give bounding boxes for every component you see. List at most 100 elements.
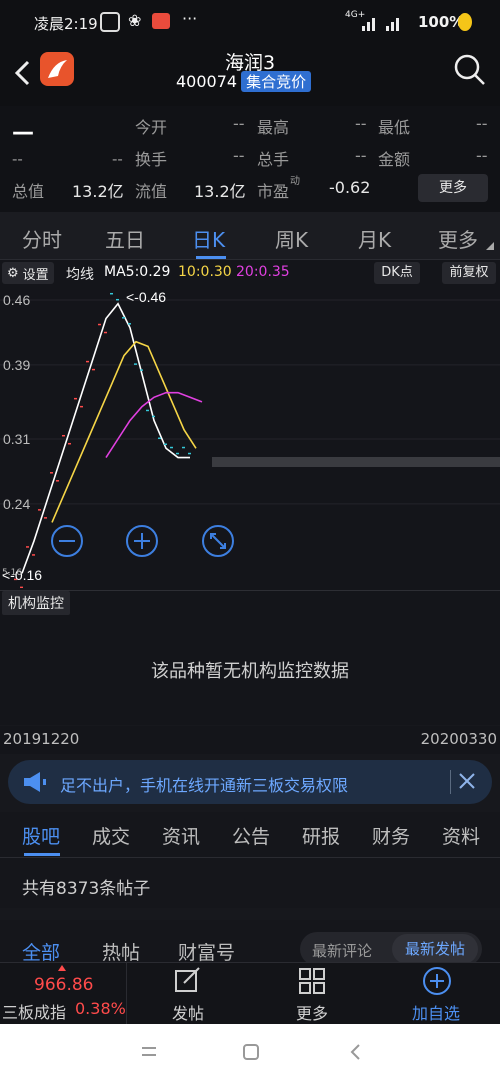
tab-announcements[interactable]: 公告 <box>232 822 270 849</box>
promo-banner[interactable]: 足不出户，手机在线开通新三板交易权限 <box>8 760 492 804</box>
date-axis: 20191220 20200330 <box>0 726 500 754</box>
settings-label: 设置 <box>22 267 49 283</box>
current-price: — <box>12 120 34 145</box>
y-tick-label: 0.31 <box>3 431 30 447</box>
low-value: -- <box>476 114 488 133</box>
period-tabs: 分时 五日 日K 周K 月K 更多 <box>0 212 500 260</box>
tab-research[interactable]: 研报 <box>302 822 340 849</box>
volume-value: -- <box>355 146 367 165</box>
tab-monthly-k[interactable]: 月K <box>358 224 391 253</box>
institution-panel: 机构监控 该品种暂无机构监控数据 <box>0 590 500 725</box>
stock-code-row: 400074 集合竞价 <box>176 71 312 92</box>
tab-weekly-k[interactable]: 周K <box>275 224 308 253</box>
high-value: -- <box>355 114 367 133</box>
status-bar: 凌晨2:19 ❀ ··· 4G+ 100% <box>0 0 500 46</box>
high-label: 最高 <box>257 118 290 137</box>
bottom-divider <box>126 963 127 1025</box>
phase-badge: 集合竞价 <box>241 71 312 92</box>
kline-chart-area: ⚙ 设置 均线 MA5:0.29 10:0.30 20:0.35 DK点 前复权… <box>0 260 500 590</box>
institution-tag[interactable]: 机构监控 <box>2 591 70 615</box>
filter-all[interactable]: 全部 <box>22 938 60 965</box>
more-quote-button[interactable]: 更多 <box>418 174 488 202</box>
amount-value: -- <box>476 146 488 165</box>
system-nav-bar <box>0 1024 500 1083</box>
amount-label: 金额 <box>378 150 411 169</box>
pe-label: 市盈 <box>257 182 290 201</box>
menu-icon[interactable] <box>140 1044 158 1060</box>
gear-icon: ⚙ <box>7 265 19 281</box>
grid-icon[interactable] <box>298 967 326 995</box>
more-triangle-icon <box>486 242 494 250</box>
quote-panel: — -- -- 今开 -- 最高 -- 最低 -- 换手 -- 总手 -- 金额… <box>0 106 500 212</box>
tab-five-day[interactable]: 五日 <box>105 224 145 253</box>
ma10-line <box>51 340 197 523</box>
stock-code: 400074 <box>176 72 238 91</box>
y-tick-label: 0.39 <box>3 357 30 373</box>
active-tab-indicator <box>196 256 226 259</box>
pe-dynamic-sup: 动 <box>290 176 300 187</box>
tab-news[interactable]: 资讯 <box>162 822 200 849</box>
end-date: 20200330 <box>420 730 497 748</box>
add-watchlist-label[interactable]: 加自选 <box>412 1000 460 1024</box>
fullscreen-icon[interactable] <box>201 524 235 558</box>
paw-icon: ❀ <box>128 11 142 30</box>
tab-more[interactable]: 更多 <box>438 224 478 253</box>
zoom-out-icon[interactable] <box>50 524 84 558</box>
tab-profile[interactable]: 资料 <box>442 822 480 849</box>
high-marker: <-0.46 <box>126 289 166 305</box>
turnover-label: 换手 <box>135 150 168 169</box>
sort-latest-comment[interactable]: 最新评论 <box>312 940 372 961</box>
filter-wealth[interactable]: 财富号 <box>178 938 235 965</box>
open-value: -- <box>233 114 245 133</box>
low-marker-prefix: 5.16 <box>2 568 23 578</box>
battery-icon <box>458 13 472 31</box>
post-count-text: 共有8373条帖子 <box>22 879 151 899</box>
price-change-pct: -- <box>112 150 123 168</box>
index-up-arrow-icon <box>58 965 66 971</box>
open-label: 今开 <box>135 118 168 137</box>
total-cap-label: 总值 <box>12 182 45 201</box>
sort-toggle: 最新评论 最新发帖 <box>300 932 482 966</box>
pe-value: -0.62 <box>329 178 371 197</box>
post-count-row: 共有8373条帖子 <box>0 858 500 908</box>
close-icon[interactable] <box>458 772 476 790</box>
content-tab-indicator <box>24 853 60 856</box>
ma20-line <box>105 391 203 458</box>
start-date: 20191220 <box>3 730 80 748</box>
promo-divider <box>450 770 451 794</box>
home-icon[interactable] <box>242 1043 260 1061</box>
ma10-value: 10:0.30 <box>178 264 232 280</box>
back-nav-icon[interactable] <box>348 1042 362 1062</box>
index-name: 三板成指 <box>2 1003 67 1022</box>
tab-daily-k[interactable]: 日K <box>192 224 225 253</box>
zoom-in-icon[interactable] <box>125 524 159 558</box>
y-tick-label: 0.46 <box>3 292 30 308</box>
forum-filter-tabs: 全部 热帖 财富号 最新评论 最新发帖 <box>0 920 500 966</box>
tab-intraday[interactable]: 分时 <box>22 224 62 253</box>
tab-trades[interactable]: 成交 <box>92 822 130 849</box>
chart-settings-button[interactable]: ⚙ 设置 <box>2 262 54 284</box>
no-data-band <box>212 457 500 467</box>
sort-latest-post[interactable]: 最新发帖 <box>392 934 478 964</box>
float-cap-value: 13.2亿 <box>194 182 246 201</box>
app-notification-icon <box>100 12 120 32</box>
adjust-button[interactable]: 前复权 <box>442 262 496 284</box>
total-cap-value: 13.2亿 <box>72 182 124 201</box>
search-icon[interactable] <box>452 52 488 88</box>
institution-empty-text: 该品种暂无机构监控数据 <box>151 661 349 682</box>
title-bar: 海润3 400074 集合竞价 <box>0 46 500 106</box>
post-button-label[interactable]: 发帖 <box>172 1000 204 1024</box>
more-button-label[interactable]: 更多 <box>296 1000 328 1024</box>
signal-icon <box>362 18 399 31</box>
tab-forum[interactable]: 股吧 <box>22 822 60 849</box>
filter-hot[interactable]: 热帖 <box>102 938 140 965</box>
more-dots-icon: ··· <box>182 9 198 28</box>
megaphone-icon <box>24 772 46 792</box>
ma20-value: 20:0.35 <box>236 264 290 280</box>
compose-icon[interactable] <box>174 967 202 995</box>
tab-finance[interactable]: 财务 <box>372 822 410 849</box>
dk-point-button[interactable]: DK点 <box>374 262 420 284</box>
index-value: 966.86 <box>34 975 94 995</box>
add-watchlist-icon[interactable] <box>422 966 452 996</box>
price-change: -- <box>12 150 23 168</box>
